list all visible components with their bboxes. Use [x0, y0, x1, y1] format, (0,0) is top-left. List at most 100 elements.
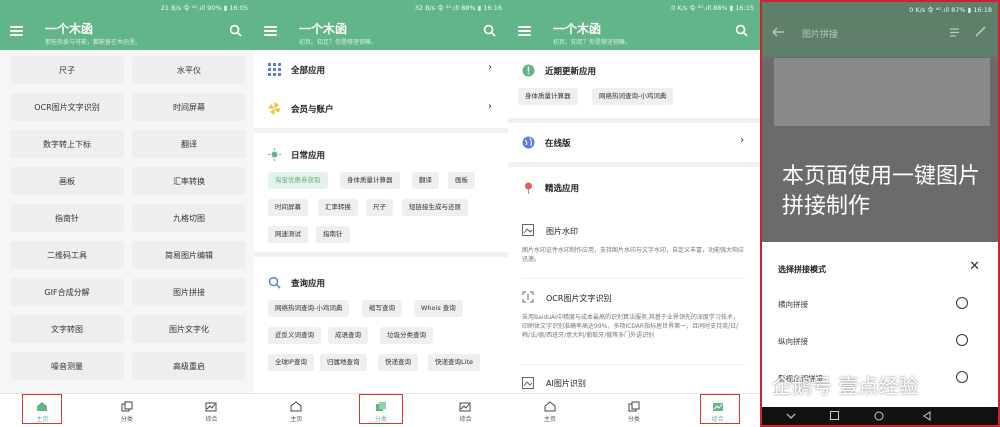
app-chip[interactable]: 归属地查询	[320, 354, 367, 371]
ai-card-title[interactable]: AI图片识别	[546, 378, 586, 389]
tool-button[interactable]: OCR图片文字识别	[10, 93, 124, 121]
nav-misc[interactable]: 综合	[169, 394, 254, 427]
home-icon	[544, 401, 556, 412]
app-chip[interactable]: 尺子	[366, 199, 393, 216]
back-arrow-icon[interactable]	[772, 27, 784, 37]
app-chip[interactable]: 身体质量计算器	[340, 172, 400, 189]
menu-icon[interactable]	[264, 26, 277, 36]
nav-category[interactable]: 分类	[85, 394, 170, 427]
option-vertical[interactable]: 纵向拼接	[778, 336, 808, 347]
app-chip[interactable]: 快递查询	[378, 354, 418, 371]
sun-icon	[268, 148, 281, 161]
chevron-down-icon[interactable]	[786, 412, 796, 420]
app-chip[interactable]: 画板	[448, 172, 475, 189]
home-circle-icon[interactable]	[874, 411, 884, 421]
app-chip[interactable]: 全球IP查询	[268, 354, 314, 371]
app-chip[interactable]: 翻译	[412, 172, 439, 189]
menu-icon[interactable]	[10, 26, 23, 36]
tool-button[interactable]: 图片拼接	[132, 278, 246, 306]
nav-home[interactable]: 主页	[254, 394, 339, 427]
member-row[interactable]: 会员与账户	[268, 102, 334, 115]
section-gap	[508, 162, 760, 167]
stitch-header: 0 K/s 令 ⁴ᴳ.ıll 87% ▮ 16:18 图片拼接	[762, 2, 998, 57]
nav-misc[interactable]: 综合	[423, 394, 508, 427]
overlay-caption: 本页面使用一键图片拼接制作	[782, 164, 981, 219]
chevron-right-icon: ›	[488, 62, 492, 73]
section-gap	[508, 118, 760, 123]
tool-button[interactable]: 画板	[10, 167, 124, 195]
radio-vertical[interactable]	[956, 334, 968, 346]
nav-home[interactable]: 主页	[508, 394, 592, 427]
app-chip[interactable]: 网速测试	[268, 226, 308, 243]
app-subtitle: 初页。知足？你是够坚韧嘛。	[299, 39, 378, 46]
search-icon[interactable]	[483, 24, 496, 37]
app-chip[interactable]: 缩写查询	[362, 300, 402, 317]
radio-subtitle[interactable]	[956, 371, 968, 383]
app-subtitle: 初页。知足？你是够坚韧嘛。	[553, 39, 632, 46]
nav-misc-label: 综合	[205, 416, 218, 423]
nav-category[interactable]: 分类	[592, 394, 676, 427]
search-icon	[268, 276, 281, 289]
radio-horizontal[interactable]	[956, 297, 968, 309]
online-row[interactable]: 在线版	[522, 136, 571, 149]
search-icon[interactable]	[229, 24, 242, 37]
tool-button[interactable]: GIF合成分解	[10, 278, 124, 306]
divider	[522, 364, 746, 365]
tool-button[interactable]: 噪音测量	[10, 352, 124, 380]
recent-chip[interactable]: 身体质量计算器	[518, 88, 578, 105]
featured-section-title: 精选应用	[522, 181, 579, 194]
misc-screen: 0 K/s 令 ⁴ᴳ.ıll 88% ▮ 16:15 一个木函 初页。知足？你是…	[508, 0, 760, 427]
app-chip[interactable]: 淘宝优惠券获取	[268, 172, 328, 189]
tool-button[interactable]: 汇率转换	[132, 167, 246, 195]
ocr-card-desc: 采用BaiduAI中精度与成本最高的识别算法服务,其基于业界领先的深度学习技术，…	[522, 314, 739, 339]
app-chip[interactable]: 快递查询Lite	[428, 354, 480, 371]
tool-button[interactable]: 图片文字化	[132, 315, 246, 343]
search-icon[interactable]	[735, 24, 748, 37]
tool-button[interactable]: 尺子	[10, 56, 124, 84]
app-chip[interactable]: 指南针	[316, 226, 350, 243]
app-subtitle: 那些热爱与可能，都能留在木函里。	[45, 39, 142, 46]
stitched-preview	[774, 58, 990, 126]
nav-home-label: 主页	[543, 416, 556, 423]
app-chip[interactable]: 成语查询	[328, 327, 368, 344]
app-header: 0 K/s 令 ⁴ᴳ.ıll 88% ▮ 16:15 一个木函 初页。知足？你是…	[508, 0, 760, 50]
app-chip[interactable]: 近反义词查询	[268, 327, 321, 344]
app-chip[interactable]: 网络热词查询-小鸡词典	[268, 300, 350, 317]
app-chip[interactable]: 汇率转换	[318, 199, 358, 216]
brush-icon[interactable]	[974, 26, 986, 38]
tool-button[interactable]: 指南针	[10, 204, 124, 232]
option-horizontal[interactable]: 横向拼接	[778, 299, 808, 310]
back-triangle-icon[interactable]	[922, 411, 932, 421]
nav-category-label: 分类	[627, 416, 640, 423]
tool-button[interactable]: 高级重启	[132, 352, 246, 380]
tool-button[interactable]: 文字转图	[10, 315, 124, 343]
category-icon	[628, 401, 640, 412]
tool-button[interactable]: 简易图片编辑	[132, 241, 246, 269]
list-icon[interactable]	[950, 28, 962, 37]
app-chip[interactable]: 垃圾分类查询	[380, 327, 433, 344]
tool-button[interactable]: 水平仪	[132, 56, 246, 84]
tool-button[interactable]: 二维码工具	[10, 241, 124, 269]
online-label: 在线版	[545, 138, 571, 149]
section-gap	[254, 128, 508, 133]
app-chip[interactable]: 短链接生成与还原	[402, 199, 468, 216]
ocr-card-title[interactable]: OCR图片文字识别	[546, 293, 611, 304]
watermark-card-title[interactable]: 图片水印	[546, 226, 578, 237]
grid-icon	[268, 63, 281, 76]
tool-button[interactable]: 九格切图	[132, 204, 246, 232]
app-chip[interactable]: 时间屏幕	[268, 199, 308, 216]
app-chip[interactable]: Whois 查询	[414, 300, 463, 317]
tool-button[interactable]: 数字转上下标	[10, 130, 124, 158]
flower-icon	[525, 182, 532, 194]
globe-icon	[522, 136, 535, 149]
recent-chip[interactable]: 网络热词查询-小鸡词典	[592, 88, 674, 105]
status-bar: 32 B/s 令 ⁴ᴳ.ıll 88% ▮ 16:16	[414, 4, 502, 12]
tool-button[interactable]: 翻译	[132, 130, 246, 158]
all-apps-row[interactable]: 全部应用	[268, 63, 325, 76]
daily-label: 日常应用	[291, 150, 326, 161]
close-icon[interactable]: ✕	[969, 259, 980, 274]
menu-icon[interactable]	[518, 26, 531, 36]
tool-button[interactable]: 时间屏幕	[132, 93, 246, 121]
highlight-box	[700, 394, 740, 424]
recents-icon[interactable]	[830, 411, 839, 420]
